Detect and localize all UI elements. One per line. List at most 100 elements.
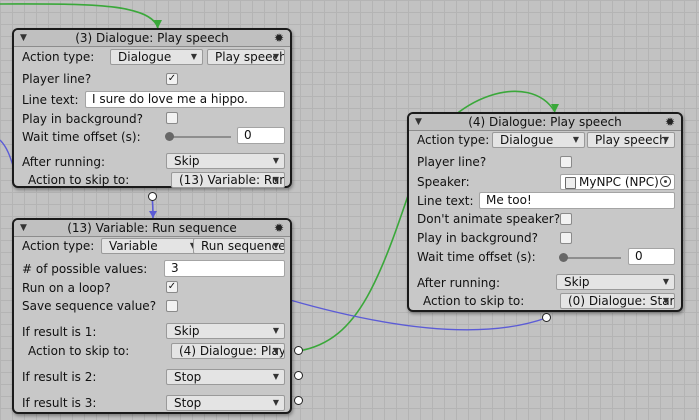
action-value: Run sequence — [201, 239, 284, 253]
action-type-label: Action type: — [22, 239, 95, 253]
wait-time-label: Wait time offset (s): — [22, 130, 141, 144]
animate-speaker-checkbox[interactable] — [560, 213, 572, 225]
action-dropdown[interactable]: Play speech ▼ — [587, 132, 675, 148]
gear-icon[interactable]: ✹ — [665, 114, 675, 130]
collapse-icon[interactable]: ▼ — [20, 220, 27, 236]
result-2-dropdown[interactable]: Stop ▼ — [166, 369, 285, 385]
result-2-label: If result is 2: — [22, 370, 97, 384]
action-type-label: Action type: — [22, 50, 95, 64]
node-4-header[interactable]: ▼ (4) Dialogue: Play speech ✹ — [409, 114, 681, 131]
chevron-down-icon: ▼ — [662, 277, 669, 286]
wire-into-node3 — [0, 3, 159, 29]
chevron-down-icon: ▼ — [572, 135, 579, 144]
node-3-header[interactable]: ▼ (3) Dialogue: Play speech ✹ — [14, 30, 290, 47]
player-line-label: Player line? — [22, 72, 92, 86]
player-line-label: Player line? — [417, 155, 487, 169]
after-running-value: Skip — [174, 154, 200, 168]
action-type-label: Action type: — [417, 133, 490, 147]
line-text-field[interactable]: Me too! — [479, 192, 675, 209]
node-3-output-port[interactable] — [148, 192, 157, 201]
action-dropdown[interactable]: Play speech ▼ — [207, 49, 285, 65]
skip-to-value: (4) Dialogue: Play — [179, 344, 284, 358]
play-background-label: Play in background? — [417, 231, 538, 245]
chevron-down-icon: ▼ — [272, 175, 279, 184]
wait-time-field[interactable]: 0 — [628, 248, 675, 265]
result-2-output-port[interactable] — [294, 371, 303, 380]
possible-values-field[interactable]: 3 — [164, 260, 285, 277]
result-1-output-port[interactable] — [294, 346, 303, 355]
skip-to-value: (13) Variable: Run — [179, 173, 284, 187]
action-type-value: Variable — [109, 239, 158, 253]
play-background-label: Play in background? — [22, 112, 143, 126]
action-type-dropdown[interactable]: Dialogue ▼ — [110, 49, 203, 65]
save-sequence-label: Save sequence value? — [22, 299, 157, 313]
node-4-output-port[interactable] — [542, 313, 551, 322]
after-running-dropdown[interactable]: Skip ▼ — [166, 153, 285, 169]
node-3-dialogue[interactable]: ▼ (3) Dialogue: Play speech ✹ Action typ… — [12, 28, 292, 188]
run-loop-checkbox[interactable]: ✓ — [166, 281, 178, 293]
node-3-title: (3) Dialogue: Play speech — [75, 31, 229, 45]
wait-time-slider-knob[interactable] — [165, 132, 174, 141]
node-4-dialogue[interactable]: ▼ (4) Dialogue: Play speech ✹ Action typ… — [407, 112, 683, 312]
action-dropdown[interactable]: Run sequence ▼ — [193, 238, 285, 254]
result-3-output-port[interactable] — [294, 396, 303, 405]
chevron-down-icon: ▼ — [272, 346, 279, 355]
possible-values-label: # of possible values: — [22, 262, 148, 276]
wait-time-slider[interactable] — [169, 136, 231, 138]
after-running-dropdown[interactable]: Skip ▼ — [556, 274, 675, 290]
node-13-title: (13) Variable: Run sequence — [67, 221, 237, 235]
collapse-icon[interactable]: ▼ — [20, 30, 27, 46]
chevron-down-icon: ▼ — [272, 326, 279, 335]
after-running-label: After running: — [22, 155, 105, 169]
skip-to-label: Action to skip to: — [423, 294, 525, 308]
result-3-label: If result is 3: — [22, 396, 97, 410]
object-picker-icon[interactable] — [660, 176, 671, 187]
animate-speaker-label: Don't animate speaker? — [417, 212, 561, 226]
skip-to-label: Action to skip to: — [28, 344, 130, 358]
wait-time-slider-knob[interactable] — [559, 253, 568, 262]
action-type-dropdown[interactable]: Dialogue ▼ — [492, 132, 585, 148]
wait-time-label: Wait time offset (s): — [417, 250, 536, 264]
result-2-value: Stop — [174, 370, 202, 384]
node-13-header[interactable]: ▼ (13) Variable: Run sequence ✹ — [14, 220, 290, 237]
line-text-label: Line text: — [417, 194, 474, 208]
gear-icon[interactable]: ✹ — [274, 30, 284, 46]
result-1-label: If result is 1: — [22, 325, 97, 339]
action-type-value: Dialogue — [118, 50, 172, 64]
gear-icon[interactable]: ✹ — [274, 220, 284, 236]
wait-time-slider[interactable] — [563, 257, 621, 259]
line-text-label: Line text: — [22, 93, 79, 107]
skip-to-label: Action to skip to: — [28, 173, 130, 187]
action-type-dropdown[interactable]: Variable▼ — [101, 238, 202, 254]
after-running-value: Skip — [564, 275, 590, 289]
node-4-title: (4) Dialogue: Play speech — [468, 115, 622, 129]
wait-time-field[interactable]: 0 — [237, 127, 285, 144]
npc-icon — [565, 177, 576, 189]
player-line-checkbox[interactable] — [560, 156, 572, 168]
chevron-down-icon: ▼ — [662, 296, 669, 305]
save-sequence-checkbox[interactable] — [166, 300, 178, 312]
play-background-checkbox[interactable] — [560, 232, 572, 244]
node-13-variable[interactable]: ▼ (13) Variable: Run sequence ✹ Action t… — [12, 218, 292, 414]
chevron-down-icon: ▼ — [272, 52, 279, 61]
result-1-dropdown[interactable]: Skip ▼ — [166, 323, 285, 339]
action-type-value: Dialogue — [500, 133, 554, 147]
skip-to-value: (0) Dialogue: Start — [568, 294, 674, 308]
speaker-object-field[interactable]: MyNPC (NPC) — [560, 174, 675, 190]
skip-to-dropdown[interactable]: (13) Variable: Run ▼ — [171, 172, 285, 188]
speaker-label: Speaker: — [417, 175, 470, 189]
play-background-checkbox[interactable] — [166, 112, 178, 124]
wire-arrow-node13 — [149, 211, 157, 218]
player-line-checkbox[interactable]: ✓ — [166, 73, 178, 85]
chevron-down-icon: ▼ — [272, 398, 279, 407]
chevron-down-icon: ▼ — [190, 52, 197, 61]
skip-to-dropdown[interactable]: (0) Dialogue: Start ▼ — [560, 293, 675, 309]
chevron-down-icon: ▼ — [662, 135, 669, 144]
line-text-field[interactable]: I sure do love me a hippo. — [85, 91, 285, 108]
result-3-dropdown[interactable]: Stop ▼ — [166, 395, 285, 411]
chevron-down-icon: ▼ — [272, 156, 279, 165]
speaker-value: MyNPC (NPC) — [579, 175, 659, 189]
skip-to-dropdown[interactable]: (4) Dialogue: Play ▼ — [171, 343, 285, 359]
collapse-icon[interactable]: ▼ — [415, 114, 422, 130]
chevron-down-icon: ▼ — [272, 241, 279, 250]
